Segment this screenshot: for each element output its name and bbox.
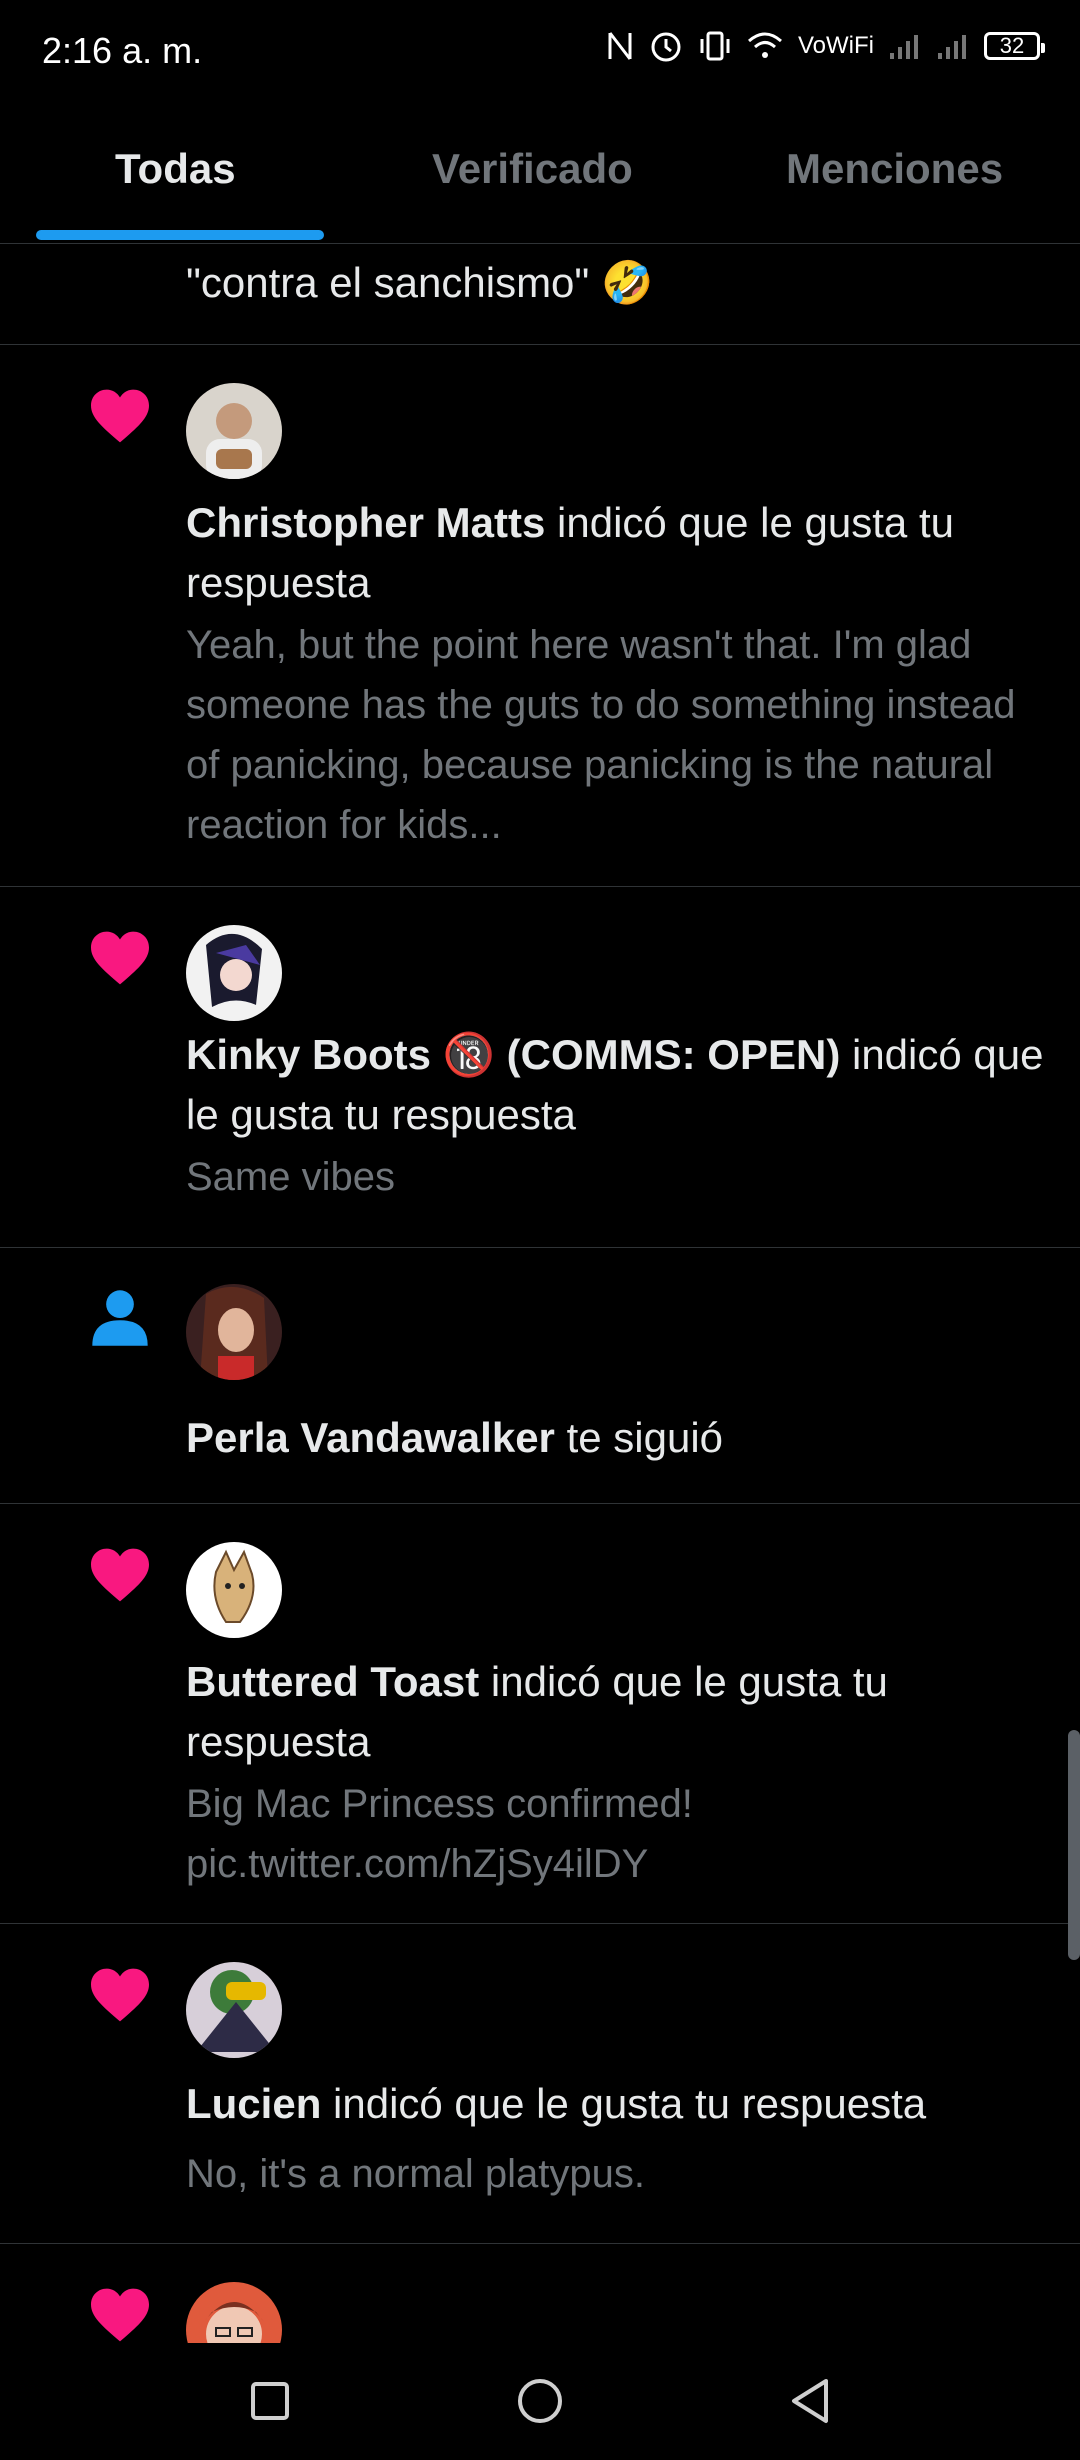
notification-snippet: Same vibes (186, 1155, 395, 1199)
avatar[interactable] (186, 383, 282, 479)
notification-title: Christopher Matts indicó que le gusta tu… (186, 493, 1052, 613)
vibrate-icon (700, 31, 730, 61)
notification-content: Perla Vandawalker te siguió (186, 1408, 1052, 1468)
notification-snippet: Yeah, but the point here wasn't that. I'… (186, 623, 1016, 847)
signal-icon-1 (890, 35, 918, 59)
home-button[interactable] (510, 2371, 570, 2431)
tab-menciones[interactable]: Menciones (786, 145, 1003, 193)
back-triangle-icon (792, 2379, 828, 2423)
heart-icon (84, 1966, 156, 2030)
battery-level: 32 (999, 33, 1025, 58)
notification-snippet: "contra el sanchismo" 🤣 (186, 259, 654, 306)
notification-content: Lucien indicó que le gusta tu respuesta … (186, 2074, 1052, 2204)
alarm-icon (651, 32, 681, 62)
notification-item-partial[interactable] (0, 2244, 1080, 2343)
battery-icon: 32 (984, 32, 1045, 60)
tab-verificado[interactable]: Verificado (432, 145, 633, 193)
scroll-indicator[interactable] (1068, 1730, 1080, 1960)
status-icons: VoWiFi 32 (606, 28, 1045, 64)
notification-title: Lucien indicó que le gusta tu respuesta (186, 2074, 1052, 2134)
person-icon (84, 1288, 156, 1352)
avatar[interactable] (186, 1962, 282, 2058)
avatar[interactable] (186, 2282, 282, 2343)
notification-snippet: No, it's a normal platypus. (186, 2152, 645, 2196)
heart-icon (84, 929, 156, 993)
nfc-icon (608, 32, 632, 60)
heart-icon (84, 387, 156, 451)
active-tab-indicator (36, 230, 324, 240)
heart-icon (84, 2286, 156, 2343)
notification-action: te siguió (554, 1414, 724, 1461)
user-name[interactable]: Christopher Matts (186, 499, 545, 546)
notification-item[interactable]: Kinky Boots 🔞 (COMMS: OPEN) indicó que l… (0, 887, 1080, 1248)
circle-icon (518, 2379, 562, 2423)
avatar[interactable] (186, 1284, 282, 1380)
signal-icon-2 (938, 35, 966, 59)
heart-icon (84, 1546, 156, 1610)
notification-snippet: Big Mac Princess confirmed! pic.twitter.… (186, 1782, 693, 1886)
notification-tabs: Todas Verificado Menciones (0, 115, 1080, 244)
square-icon (251, 2382, 289, 2420)
notifications-feed[interactable]: "contra el sanchismo" 🤣 Christopher Matt… (0, 243, 1080, 2343)
user-name[interactable]: Lucien (186, 2080, 321, 2127)
user-name[interactable]: Perla Vandawalker (186, 1414, 555, 1461)
back-button[interactable] (780, 2371, 840, 2431)
notification-item[interactable]: Buttered Toast indicó que le gusta tu re… (0, 1504, 1080, 1924)
user-name[interactable]: Buttered Toast (186, 1658, 479, 1705)
recent-apps-button[interactable] (240, 2371, 300, 2431)
wifi-icon (747, 32, 782, 58)
notification-item-partial[interactable]: "contra el sanchismo" 🤣 (0, 243, 1080, 345)
notification-content: Christopher Matts indicó que le gusta tu… (186, 493, 1052, 855)
notification-title: Perla Vandawalker te siguió (186, 1408, 1052, 1468)
avatar[interactable] (186, 1542, 282, 1638)
user-name[interactable]: Kinky Boots 🔞 (COMMS: OPEN) (186, 1031, 840, 1078)
notification-action: indicó que le gusta tu respuesta (321, 2080, 927, 2127)
vowifi-label: VoWiFi (797, 32, 874, 59)
notification-content: Buttered Toast indicó que le gusta tu re… (186, 1652, 1052, 1894)
status-time: 2:16 a. m. (42, 30, 203, 71)
tab-todas[interactable]: Todas (115, 145, 236, 193)
notification-item[interactable]: Christopher Matts indicó que le gusta tu… (0, 345, 1080, 887)
notification-item[interactable]: Perla Vandawalker te siguió (0, 1248, 1080, 1504)
system-nav-bar (0, 2343, 1080, 2460)
notification-content: Kinky Boots 🔞 (COMMS: OPEN) indicó que l… (186, 1025, 1052, 1207)
notification-title: Buttered Toast indicó que le gusta tu re… (186, 1652, 1052, 1772)
notification-title: Kinky Boots 🔞 (COMMS: OPEN) indicó que l… (186, 1025, 1052, 1145)
avatar[interactable] (186, 925, 282, 1021)
status-bar: 2:16 a. m. VoWiFi 32 (0, 0, 1080, 100)
notification-item[interactable]: Lucien indicó que le gusta tu respuesta … (0, 1924, 1080, 2244)
